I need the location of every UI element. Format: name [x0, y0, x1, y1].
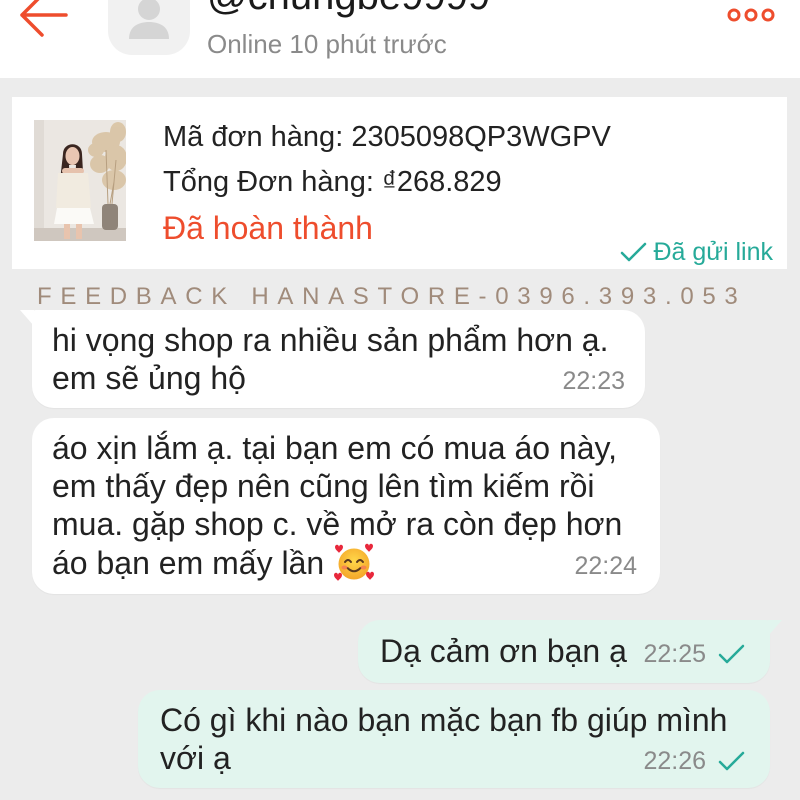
watermark: FEEDBACK HANASTORE-0396.393.053 — [37, 283, 747, 310]
message-line: Dạ cảm ơn bạn ạ — [380, 633, 627, 669]
link-sent-indicator: Đã gửi link — [619, 237, 773, 267]
message-line: hi vọng shop ra nhiều sản phẩm hơn ạ. — [52, 322, 609, 358]
check-icon — [718, 644, 745, 664]
message-meta: 22:24 — [574, 551, 637, 581]
message-line-with-emoji: áo bạn em mấy lần — [52, 543, 375, 583]
message-time: 22:25 — [643, 640, 706, 668]
user-silhouette-icon — [129, 0, 169, 39]
message-bubble-sent[interactable]: Dạ cảm ơn bạn ạ 22:25 — [358, 620, 770, 683]
chat-header: @chungbe9999 Online 10 phút trước — [0, 0, 800, 78]
message-line: áo bạn em mấy lần — [52, 545, 325, 581]
more-dots-icon — [727, 8, 775, 22]
message-time: 22:23 — [562, 367, 625, 395]
order-total: ₫268.829 — [381, 166, 502, 198]
message-bubble-sent[interactable]: Có gì khi nào bạn mặc bạn fb giúp mình v… — [138, 690, 770, 788]
message-line: em thấy đẹp nên cũng lên tìm kiếm rồi — [52, 468, 595, 504]
check-icon — [621, 242, 647, 262]
message-meta: 22:26 — [643, 746, 745, 776]
order-id: 2305098QP3WGPV — [351, 121, 611, 153]
back-button[interactable] — [16, 0, 70, 40]
order-total-label: Tổng Đơn hàng: — [163, 166, 374, 198]
order-id-label: Mã đơn hàng: — [163, 121, 344, 153]
message-last-line: với ạ 22:26 — [160, 739, 745, 777]
message-line: Có gì khi nào bạn mặc bạn fb giúp mình — [160, 702, 728, 738]
message-time: 22:26 — [643, 747, 706, 775]
check-icon — [718, 751, 745, 771]
order-status: Đã hoàn thành — [163, 210, 373, 246]
avatar[interactable] — [108, 0, 190, 55]
message-last-line: em sẽ ủng hộ 22:23 — [52, 359, 625, 397]
message-last-line: Dạ cảm ơn bạn ạ 22:25 — [380, 632, 745, 670]
more-options-button[interactable] — [726, 5, 776, 25]
online-status: Online 10 phút trước — [207, 29, 447, 59]
message-line: em sẽ ủng hộ — [52, 360, 246, 396]
message-line: với ạ — [160, 740, 231, 776]
order-card[interactable]: Mã đơn hàng: 2305098QP3WGPV Tổng Đơn hàn… — [12, 97, 787, 269]
product-photo — [34, 120, 126, 241]
chat-username[interactable]: @chungbe9999 — [207, 0, 490, 16]
message-meta: 22:25 — [643, 639, 745, 669]
smiling-face-with-hearts-icon — [334, 543, 375, 581]
order-id-row: Mã đơn hàng: 2305098QP3WGPV — [163, 120, 611, 154]
product-image — [34, 120, 126, 241]
message-line: mua. gặp shop c. về mở ra còn đẹp hơn — [52, 506, 623, 542]
message-bubble-received[interactable]: hi vọng shop ra nhiều sản phẩm hơn ạ. em… — [32, 310, 645, 408]
arrow-left-icon — [20, 0, 68, 37]
message-last-line: áo bạn em mấy lần 22:24 — [52, 543, 637, 583]
message-line: áo xịn lắm ạ. tại bạn em có mua áo này, — [52, 430, 618, 466]
order-total-row: Tổng Đơn hàng: ₫268.829 — [163, 165, 502, 199]
link-sent-label: Đã gửi link — [653, 238, 773, 266]
message-meta: 22:23 — [562, 366, 625, 396]
message-time: 22:24 — [574, 552, 637, 580]
message-bubble-received[interactable]: áo xịn lắm ạ. tại bạn em có mua áo này, … — [32, 418, 660, 594]
